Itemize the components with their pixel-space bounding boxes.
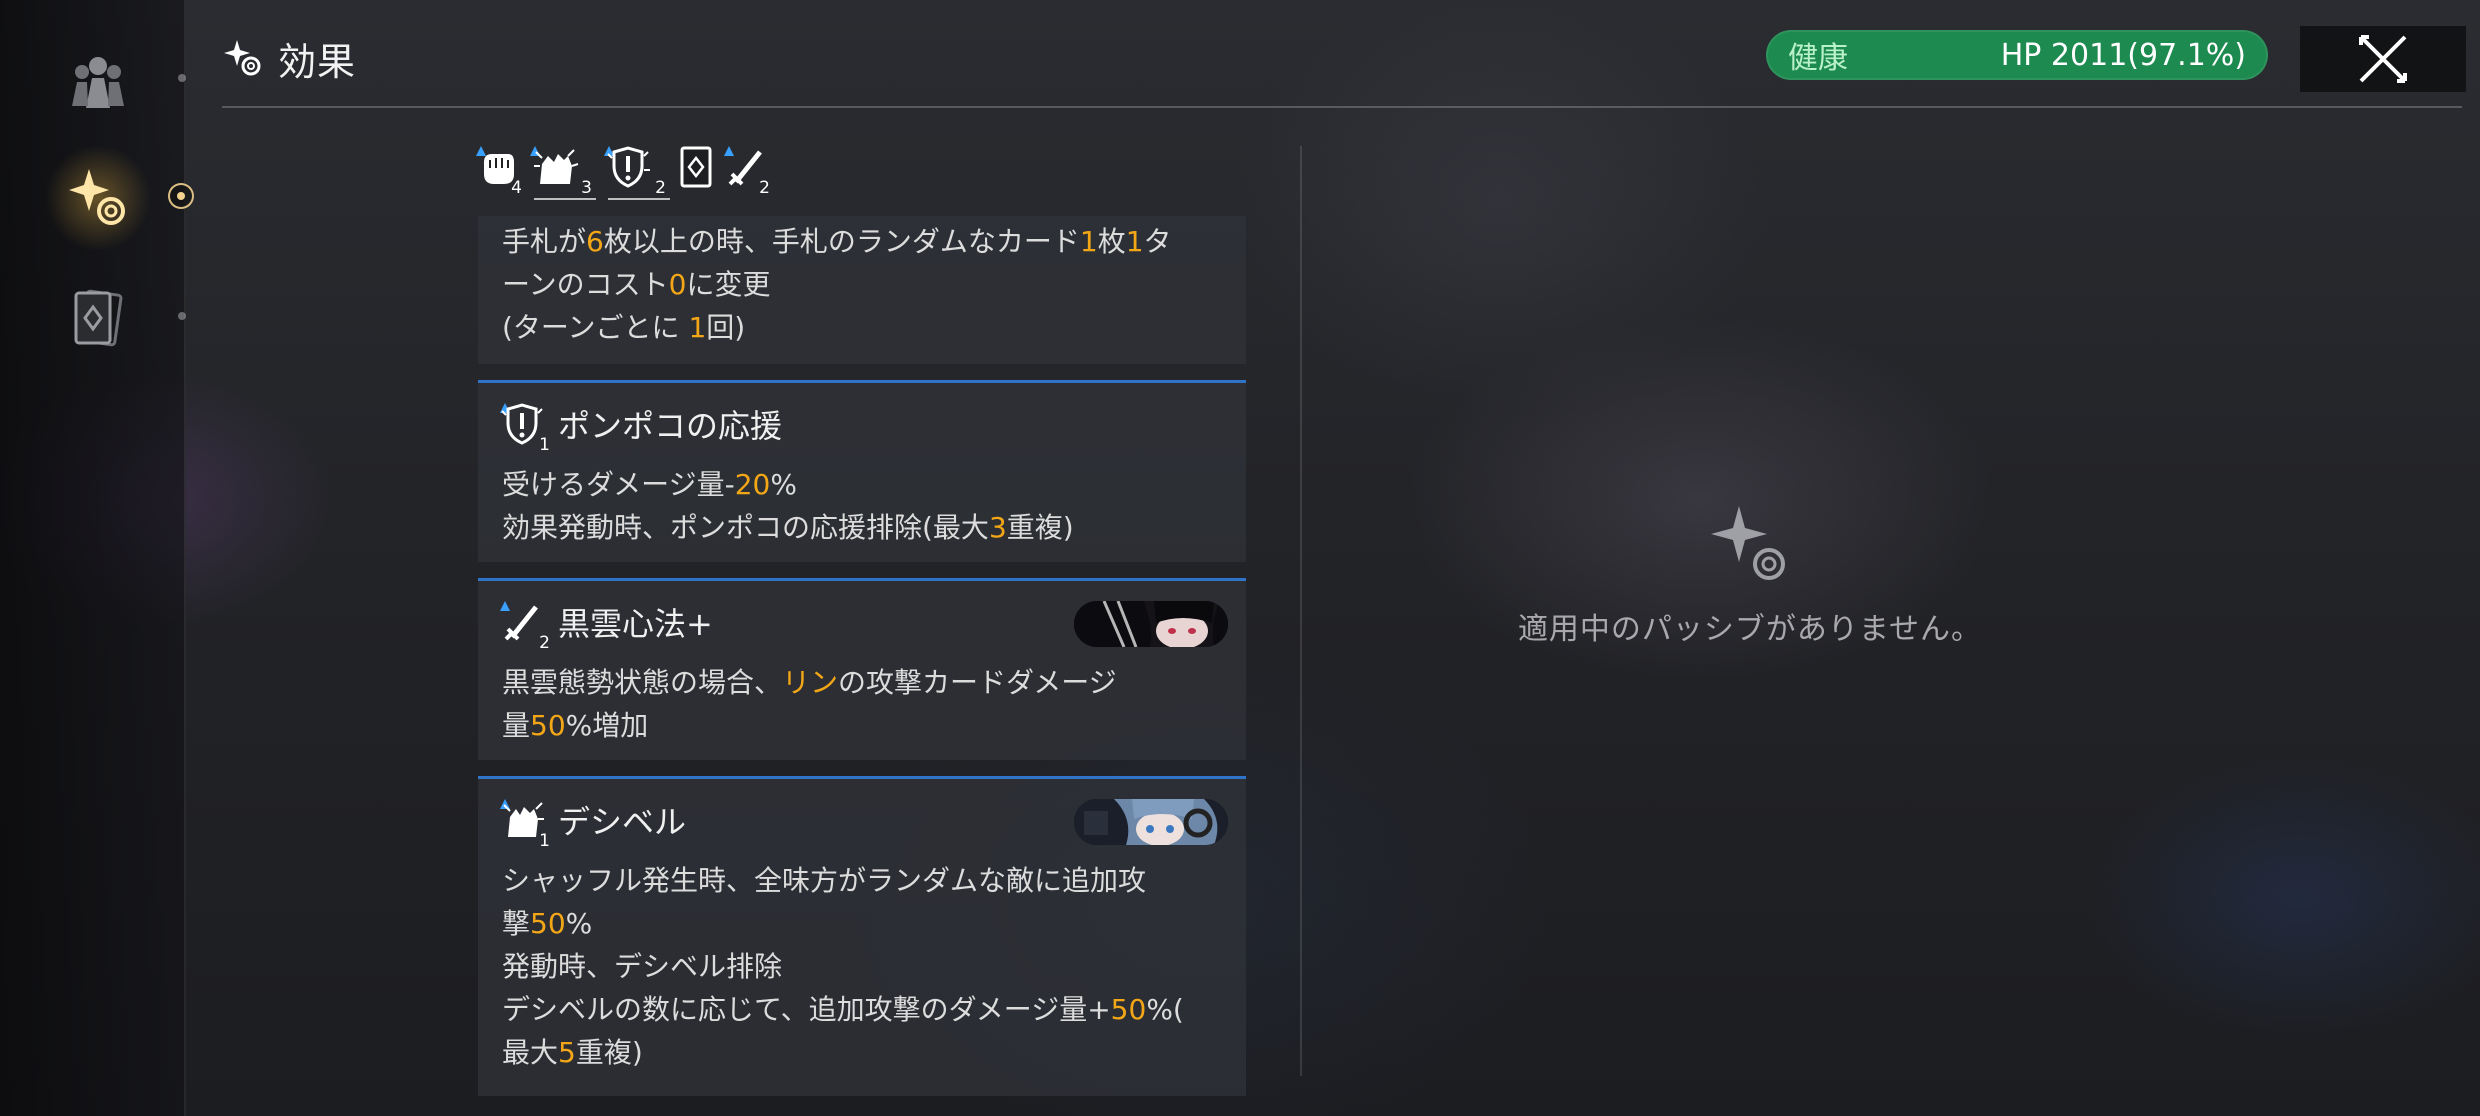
passive-empty-state: 適用中のパッシブがありません。: [1300, 500, 2200, 680]
desc-line: 手札が6枚以上の時、手札のランダムなカード1枚1タ: [502, 225, 1172, 258]
desc-line: 撃50%: [502, 907, 593, 940]
shield-buff-icon[interactable]: 2: [602, 144, 670, 200]
effect-title: デシベル: [558, 803, 687, 841]
sidebar-item-deck[interactable]: [46, 266, 150, 370]
effect-card-header: 2 黒雲心法+: [498, 599, 713, 653]
sidebar-divider: [184, 0, 186, 1116]
card-buff-icon[interactable]: [676, 144, 716, 190]
stack-underline: [534, 198, 596, 200]
page-title: 効果: [278, 39, 357, 84]
effects-sparkle-icon: [69, 169, 125, 225]
desc-line: 最大5重複): [502, 1036, 643, 1069]
decibel-portrait: [1074, 799, 1228, 845]
effect-description: 黒雲態勢状態の場合、リンの攻撃カードダメージ 量50%増加: [502, 661, 1232, 747]
passive-empty-text: 適用中のパッシブがありません。: [1517, 612, 1983, 647]
effect-card: 手札が6枚以上の時、手札のランダムなカード1枚1タ ーンのコスト0に変更 (ター…: [478, 216, 1246, 364]
effect-card[interactable]: 2 黒雲心法+ 黒雲態勢状態の場合、リンの攻撃カードダメージ 量50%増加: [478, 578, 1246, 760]
sword-buff-icon[interactable]: 2: [722, 144, 770, 198]
effect-description: シャッフル発生時、全味方がランダムな敵に追加攻 撃50% 発動時、デシベル排除 …: [502, 859, 1232, 1074]
shield-buff-icon: 1: [498, 401, 550, 455]
buff-icon-strip: 4 3 2 2: [474, 140, 770, 200]
effect-title: 黒雲心法+: [558, 605, 713, 643]
deck-card-icon: [74, 289, 123, 347]
effect-description: 手札が6枚以上の時、手札のランダムなカード1枚1タ ーンのコスト0に変更 (ター…: [502, 220, 1232, 349]
sidebar: [0, 0, 186, 1116]
effect-card[interactable]: 1 ポンポコの応援 受けるダメージ量-20% 効果発動時、ポンポコの応援排除(最…: [478, 380, 1246, 562]
close-icon: [2359, 35, 2407, 83]
desc-line: 量50%増加: [502, 709, 649, 742]
buff-stack-count: 3: [581, 178, 592, 198]
desc-line: 受けるダメージ量-20%: [502, 468, 797, 501]
team-icon: [72, 57, 124, 108]
passive-sparkle-icon: [1711, 506, 1785, 580]
header-divider: [222, 106, 2462, 108]
close-button[interactable]: [2300, 26, 2466, 92]
desc-line: 発動時、デシベル排除: [502, 950, 783, 983]
effects-sparkle-icon: [224, 40, 261, 76]
sidebar-item-effects[interactable]: [46, 146, 150, 250]
buff-stack-count: 4: [511, 178, 522, 198]
rin-portrait: [1074, 601, 1228, 647]
buff-stack-count: 2: [539, 633, 550, 653]
desc-line: 黒雲態勢状態の場合、リンの攻撃カードダメージ: [502, 666, 1117, 699]
effect-title: ポンポコの応援: [558, 407, 783, 445]
hand-burst-buff-icon[interactable]: 3: [528, 144, 596, 200]
effect-card-header: 1 デシベル: [498, 797, 687, 851]
stack-underline: [608, 198, 670, 200]
sidebar-item-team[interactable]: [46, 30, 150, 134]
hp-value: HP 2011(97.1%): [2000, 37, 2246, 73]
page-header: 効果: [222, 28, 356, 88]
effects-screen: 効果 健康 HP 2011(97.1%) 4 3 2 2 手札が6枚以上の時、手…: [0, 0, 2480, 1116]
sword-buff-icon: 2: [498, 599, 550, 653]
buff-stack-count: 2: [655, 178, 666, 198]
effect-card[interactable]: 1 デシベル シャッフル発生時、全味方がランダムな敵に追加攻 撃50% 発動時、…: [478, 776, 1246, 1096]
desc-line: シャッフル発生時、全味方がランダムな敵に追加攻: [502, 864, 1147, 897]
buff-stack-count: 2: [759, 178, 770, 198]
effect-card-header: 1 ポンポコの応援: [498, 401, 783, 455]
desc-line: 効果発動時、ポンポコの応援排除(最大3重複): [502, 511, 1074, 544]
hp-status-label: 健康: [1788, 41, 1848, 76]
hand-burst-buff-icon: 1: [498, 797, 550, 851]
hp-status-bar: 健康 HP 2011(97.1%): [1766, 30, 2268, 80]
buff-stack-count: 1: [539, 435, 550, 455]
sidebar-active-marker: [168, 183, 194, 209]
desc-line: (ターンごとに 1回): [502, 311, 746, 344]
effect-description: 受けるダメージ量-20% 効果発動時、ポンポコの応援排除(最大3重複): [502, 463, 1232, 549]
fist-buff-icon[interactable]: 4: [474, 144, 522, 198]
desc-line: デシベルの数に応じて、追加攻撃のダメージ量+50%(: [502, 993, 1184, 1026]
desc-line: ーンのコスト0に変更: [502, 268, 771, 301]
buff-stack-count: 1: [539, 831, 550, 851]
